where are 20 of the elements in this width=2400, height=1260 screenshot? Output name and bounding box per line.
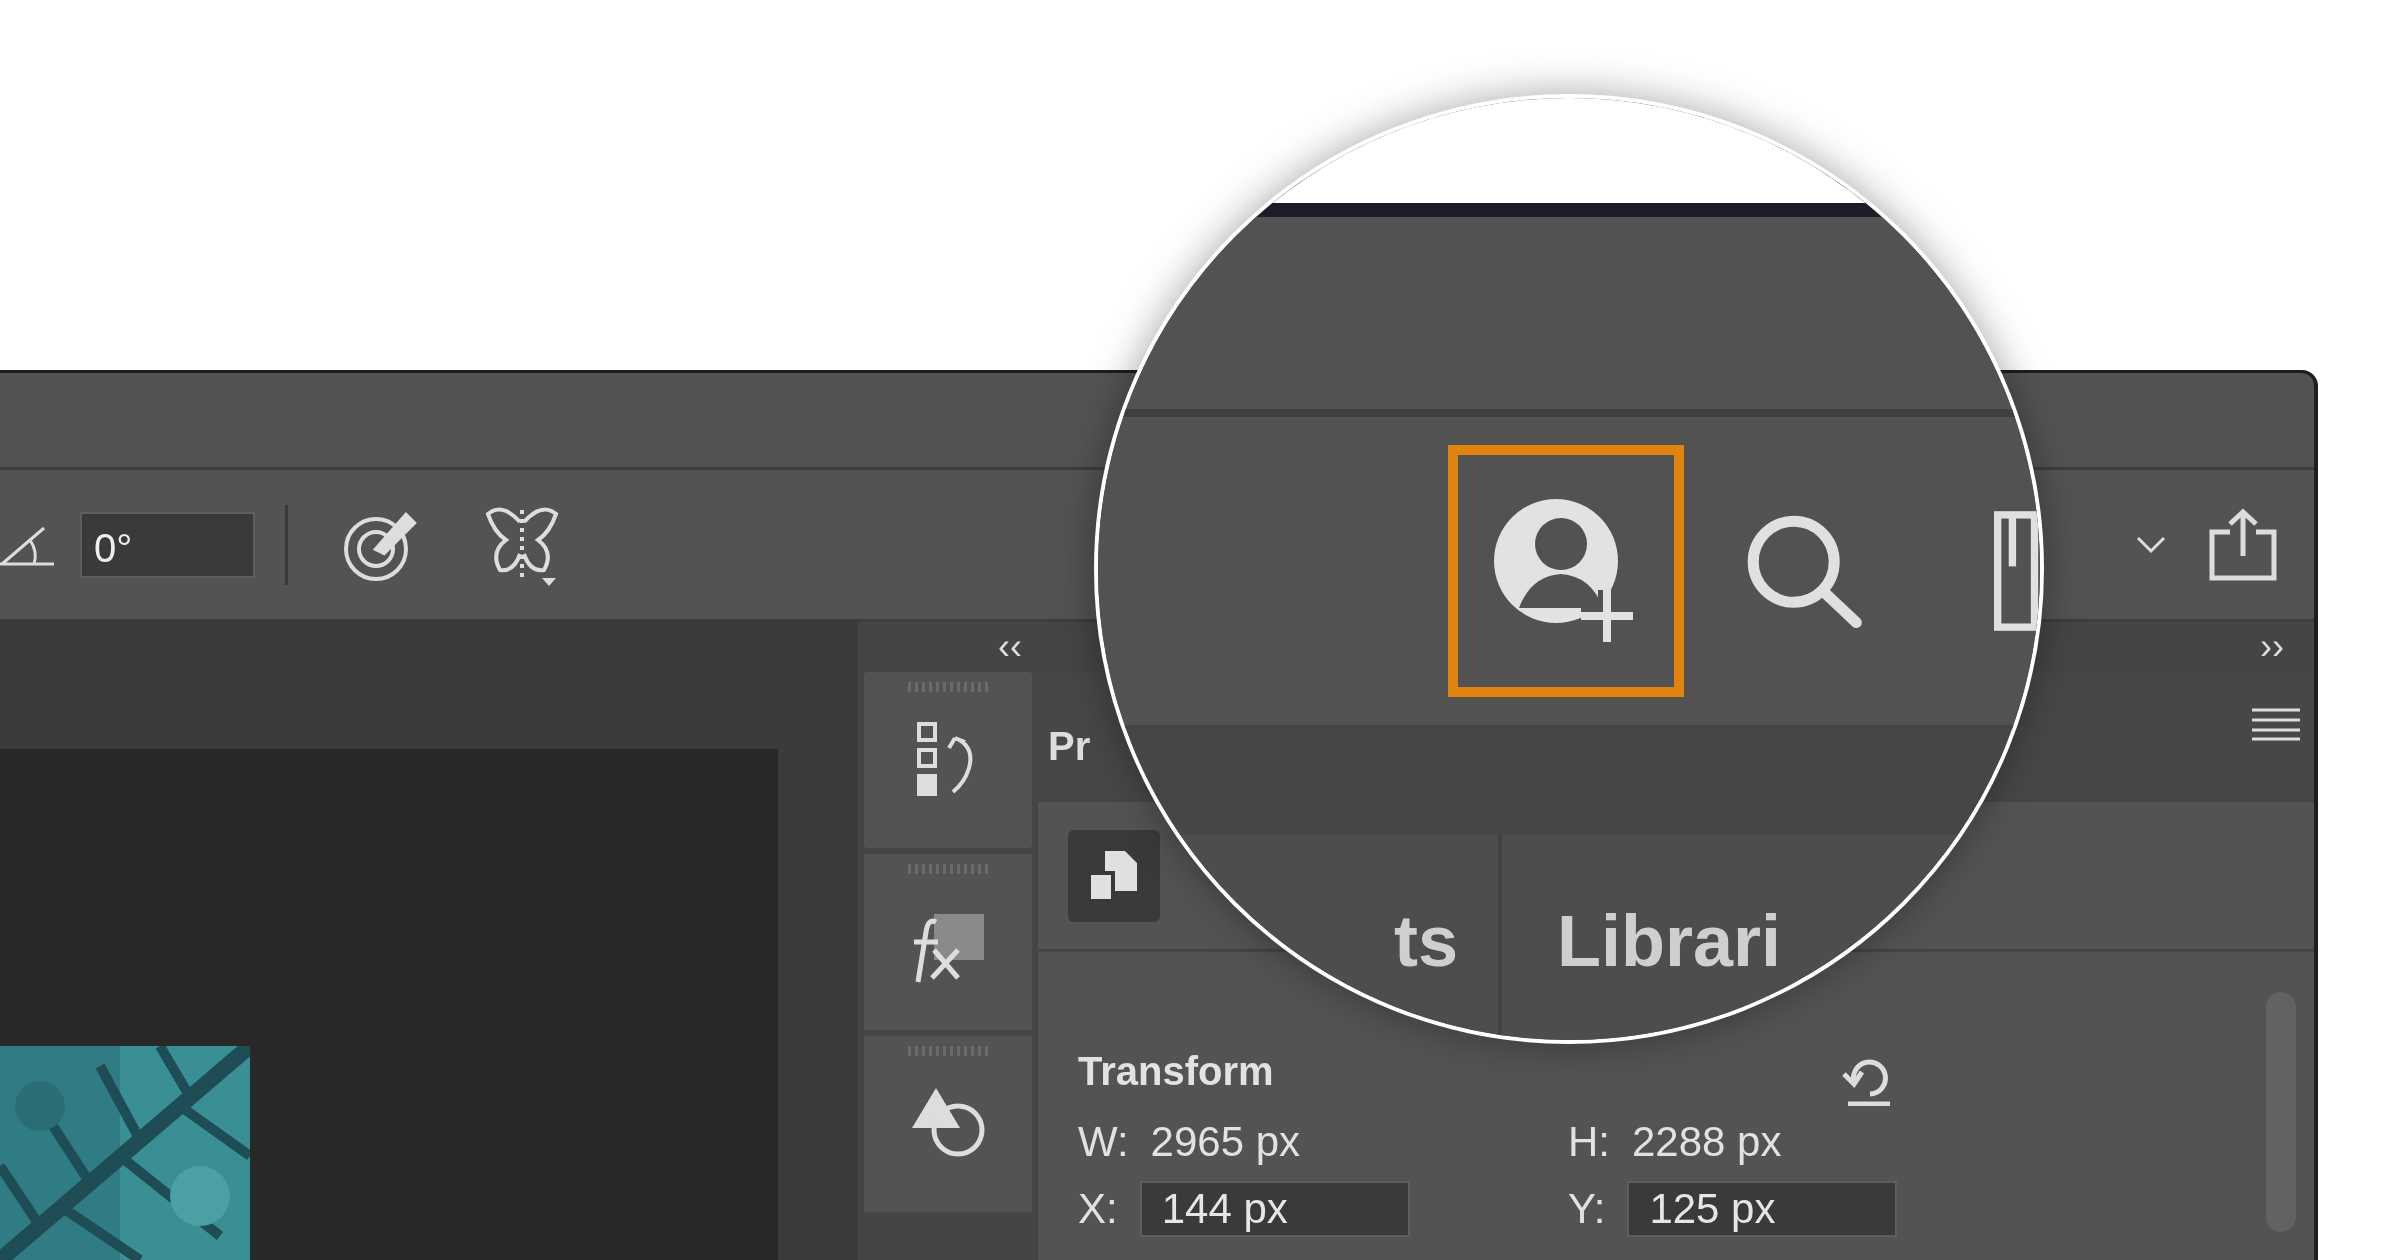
panel-tab[interactable]: Librari <box>1557 905 1782 1040</box>
field-label: Y: <box>1568 1184 1606 1234</box>
menu-icon[interactable] <box>2252 707 2300 741</box>
field-label: W: <box>1078 1117 1129 1167</box>
document-icon <box>1091 850 1137 901</box>
field-label: X: <box>1078 1184 1118 1234</box>
collapse-button[interactable]: ‹‹ <box>988 629 1032 665</box>
angle-field[interactable]: 0° <box>80 511 255 578</box>
invite-button[interactable] <box>1448 445 1685 697</box>
document-tab[interactable] <box>1068 829 1160 922</box>
field-value: 2288 px <box>1632 1117 1782 1167</box>
section-heading: Transform <box>1078 1048 1274 1095</box>
field-value: 2965 px <box>1150 1117 1301 1167</box>
panel-tab[interactable]: ts <box>1394 905 1459 1040</box>
expand-button[interactable]: ›› <box>2250 629 2294 665</box>
input-field[interactable]: 144 px <box>1139 1180 1410 1237</box>
input-field[interactable]: 125 px <box>1627 1180 1898 1237</box>
chevron-down-icon[interactable] <box>2136 535 2166 554</box>
field-label: H: <box>1568 1117 1610 1167</box>
panel-title[interactable]: Pr <box>1048 716 1091 776</box>
